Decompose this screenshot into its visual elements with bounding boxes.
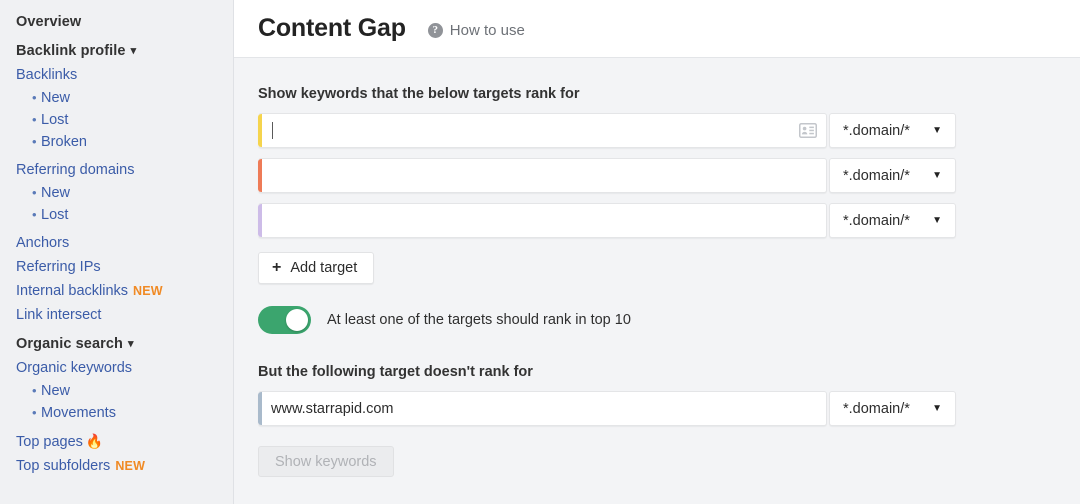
sidebar-item-referring-domains[interactable]: Referring domains	[0, 158, 233, 182]
target-row: *.domain/* ▼	[258, 158, 956, 193]
new-badge: NEW	[133, 284, 163, 298]
sidebar-item-backlinks[interactable]: Backlinks	[0, 63, 233, 87]
sidebar-item-organic-keywords[interactable]: Organic keywords	[0, 356, 233, 380]
chevron-down-icon: ▼	[932, 125, 942, 136]
exclude-target-row: *.domain/* ▼	[258, 391, 956, 426]
sidebar-item-referring-domains-lost[interactable]: • Lost	[0, 204, 233, 226]
question-mark-icon: ?	[427, 23, 443, 38]
add-target-button[interactable]: + Add target	[258, 252, 375, 284]
contact-card-icon[interactable]	[799, 123, 817, 138]
how-to-use-label: How to use	[449, 22, 525, 39]
exclude-section-label: But the following target doesn't rank fo…	[258, 364, 533, 380]
target-color-bar-1	[258, 114, 262, 147]
fire-icon: 🔥	[85, 433, 104, 449]
sidebar-item-label: Top subfolders	[16, 458, 111, 474]
chevron-down-icon: ▼	[932, 170, 942, 181]
target-mode-select-2[interactable]: *.domain/* ▼	[829, 158, 956, 193]
sidebar-item-backlinks-broken[interactable]: • Broken	[0, 131, 233, 153]
target-input-3[interactable]	[262, 204, 826, 237]
sidebar-sublabel: New	[41, 383, 71, 399]
how-to-use-link[interactable]: ? How to use	[427, 22, 525, 39]
sidebar-item-link-intersect[interactable]: Link intersect	[0, 303, 233, 327]
bullet-icon: •	[32, 185, 37, 200]
new-badge: NEW	[115, 459, 146, 473]
sidebar-sublabel: Lost	[41, 112, 69, 128]
chevron-down-icon: ▼	[932, 215, 942, 226]
exclude-mode-value: *.domain/*	[843, 400, 910, 417]
target-input-1[interactable]	[273, 114, 799, 147]
sidebar-sublabel: New	[41, 90, 71, 106]
sidebar-item-top-subfolders[interactable]: Top subfolders NEW	[0, 454, 233, 478]
bullet-icon: •	[32, 207, 37, 222]
show-keywords-button[interactable]: Show keywords	[258, 446, 394, 477]
target-mode-value: *.domain/*	[843, 212, 910, 229]
main-content: Content Gap ? How to use Show keywords t…	[234, 0, 1080, 504]
add-target-label: Add target	[290, 260, 358, 276]
sidebar-sublabel: New	[41, 185, 71, 201]
target-input-wrap-3[interactable]	[258, 203, 827, 238]
plus-icon: +	[272, 259, 282, 276]
sidebar-item-anchors[interactable]: Anchors	[0, 231, 233, 255]
sidebar-item-backlinks-new[interactable]: • New	[0, 87, 233, 109]
sidebar-item-referring-domains-new[interactable]: • New	[0, 182, 233, 204]
top10-toggle-label: At least one of the targets should rank …	[327, 312, 631, 328]
target-input-wrap-2[interactable]	[258, 158, 827, 193]
top10-toggle-row: At least one of the targets should rank …	[258, 306, 1080, 334]
exclude-input-wrap[interactable]	[258, 391, 827, 426]
target-mode-value: *.domain/*	[843, 122, 910, 139]
form-area: Show keywords that the below targets ran…	[234, 58, 1080, 477]
sidebar-group-organic-search[interactable]: Organic search	[0, 332, 233, 356]
bullet-icon: •	[32, 134, 37, 149]
sidebar-sublabel: Broken	[41, 134, 87, 150]
exclude-mode-select[interactable]: *.domain/* ▼	[829, 391, 956, 426]
bullet-icon: •	[32, 112, 37, 127]
bullet-icon: •	[32, 90, 37, 105]
sidebar: Overview Backlink profile Backlinks • New…	[0, 0, 234, 504]
sidebar-item-referring-ips[interactable]: Referring IPs	[0, 255, 233, 279]
page-header: Content Gap ? How to use	[234, 0, 1080, 58]
content-gap-page: Overview Backlink profile Backlinks • New…	[0, 0, 1080, 504]
target-mode-select-1[interactable]: *.domain/* ▼	[829, 113, 956, 148]
include-section-label: Show keywords that the below targets ran…	[258, 86, 580, 102]
sidebar-item-backlinks-lost[interactable]: • Lost	[0, 109, 233, 131]
sidebar-item-organic-keywords-new[interactable]: • New	[0, 380, 233, 402]
bullet-icon: •	[32, 383, 37, 398]
sidebar-item-organic-keywords-movements[interactable]: • Movements	[0, 402, 233, 424]
sidebar-item-internal-backlinks[interactable]: Internal backlinks NEW	[0, 279, 233, 303]
page-title: Content Gap	[258, 14, 406, 42]
sidebar-item-label: Internal backlinks	[16, 283, 129, 299]
sidebar-sublabel: Movements	[41, 405, 116, 421]
target-input-2[interactable]	[262, 159, 826, 192]
target-row: *.domain/* ▼	[258, 203, 956, 238]
target-mode-select-3[interactable]: *.domain/* ▼	[829, 203, 956, 238]
chevron-down-icon: ▼	[932, 403, 942, 414]
target-row: *.domain/* ▼	[258, 113, 956, 148]
sidebar-item-top-pages[interactable]: Top pages 🔥	[0, 429, 233, 454]
sidebar-item-label: Top pages	[16, 434, 83, 450]
target-mode-value: *.domain/*	[843, 167, 910, 184]
sidebar-sublabel: Lost	[41, 207, 69, 223]
target-input-wrap-1[interactable]	[258, 113, 827, 148]
bullet-icon: •	[32, 405, 37, 420]
toggle-knob	[286, 309, 308, 331]
top10-toggle[interactable]	[258, 306, 311, 334]
sidebar-item-overview[interactable]: Overview	[0, 10, 233, 34]
exclude-target-input[interactable]	[262, 392, 826, 425]
sidebar-group-backlink-profile[interactable]: Backlink profile	[0, 39, 233, 63]
